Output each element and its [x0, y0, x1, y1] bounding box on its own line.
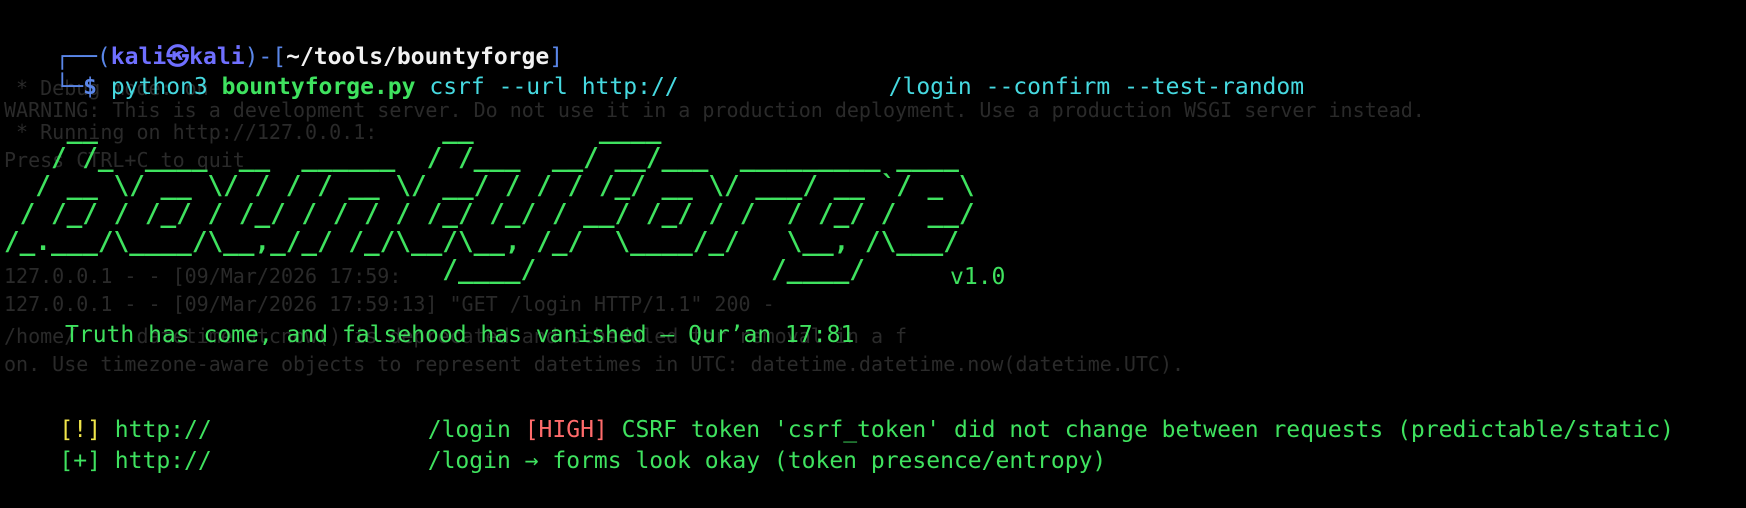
result-url-end: /login	[427, 448, 511, 474]
banner-line: /_.___/\____/\__,_/_/ /_/\__/\__, /_/ \_…	[4, 227, 975, 257]
command-flag-confirm: --confirm	[985, 74, 1111, 100]
command-url-end: /login	[888, 74, 972, 100]
ghost-line: on. Use timezone-aware objects to repres…	[4, 352, 1185, 376]
command-url-flag: --url	[498, 74, 568, 100]
command-bin: python3	[110, 74, 208, 100]
banner-line: / /_/ / /_/ / /_/ / / / / /_/ /_/ / __/ …	[4, 199, 975, 229]
result-url-start: http://	[114, 448, 212, 474]
result-message: → forms look okay (token presence/entrop…	[524, 448, 1107, 474]
command-flag-test-random: --test-random	[1124, 74, 1305, 100]
command-url-start: http://	[581, 74, 679, 100]
command-subcommand: csrf	[429, 74, 485, 100]
terminal-window[interactable]: * Debug mode: on WARNING: This is a deve…	[0, 0, 1746, 474]
command-script: bountyforge.py	[221, 74, 416, 100]
result-line: [+] http:// /login → forms look okay (tok…	[4, 415, 1106, 508]
prompt-dollar: $	[83, 74, 97, 100]
ascii-banner: __ __ ____ / /_ ____ __ ______ / /___ __…	[4, 116, 990, 284]
banner-line: /____/ /____/	[4, 255, 975, 285]
banner-quote: Truth has come, and falsehood has vanish…	[65, 322, 855, 348]
banner-line: / __ \/ __ \/ / / / __ \/ __/ / / / /_/ …	[4, 171, 975, 201]
ghost-line: 127.0.0.1 - - [09/Mar/2026 17:59:13] "GE…	[4, 292, 775, 316]
success-marker: [+]	[59, 448, 101, 474]
banner-line: / /_ ____ __ ______ / /___ __/ __/___ __…	[4, 143, 975, 173]
prompt-frame: └─	[55, 74, 84, 100]
banner-line: __ __ ____	[4, 115, 991, 145]
banner-version: v1.0	[950, 264, 1006, 290]
